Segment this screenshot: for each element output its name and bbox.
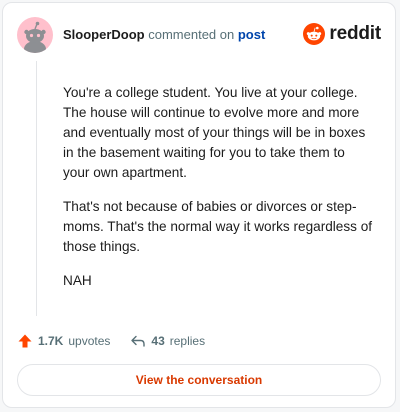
comment-header: SlooperDoop commented on post bbox=[63, 27, 265, 43]
reddit-logo[interactable]: reddit bbox=[303, 23, 381, 45]
post-link[interactable]: post bbox=[238, 27, 265, 42]
upvote-button[interactable]: 1.7K upvotes bbox=[17, 333, 110, 349]
replies-count: 43 bbox=[151, 334, 165, 348]
replies-label: replies bbox=[169, 334, 206, 348]
comment-paragraph: That's not because of babies or divorces… bbox=[63, 199, 373, 254]
upvote-arrow-icon bbox=[18, 334, 32, 348]
reddit-logo-icon bbox=[303, 23, 326, 45]
thread-line bbox=[36, 61, 37, 316]
username[interactable]: SlooperDoop bbox=[63, 27, 145, 42]
comment-paragraph: NAH bbox=[63, 273, 92, 288]
view-conversation-button[interactable]: View the conversation bbox=[17, 364, 381, 396]
snoo-avatar-icon bbox=[24, 21, 46, 53]
comment-footer: 1.7K upvotes 43 replies bbox=[17, 333, 205, 349]
brand-wordmark: reddit bbox=[329, 23, 381, 44]
upvotes-label: upvotes bbox=[68, 334, 111, 348]
comment-body: You're a college student. You live at yo… bbox=[63, 83, 375, 305]
action-text: commented on bbox=[148, 27, 235, 42]
upvotes-count: 1.7K bbox=[38, 334, 64, 348]
replies-button[interactable]: 43 replies bbox=[130, 333, 205, 349]
comment-card: SlooperDoop commented on post reddit You… bbox=[2, 2, 396, 408]
avatar[interactable] bbox=[17, 17, 53, 53]
comment-paragraph: You're a college student. You live at yo… bbox=[63, 85, 366, 180]
reply-arrow-icon bbox=[131, 335, 146, 347]
